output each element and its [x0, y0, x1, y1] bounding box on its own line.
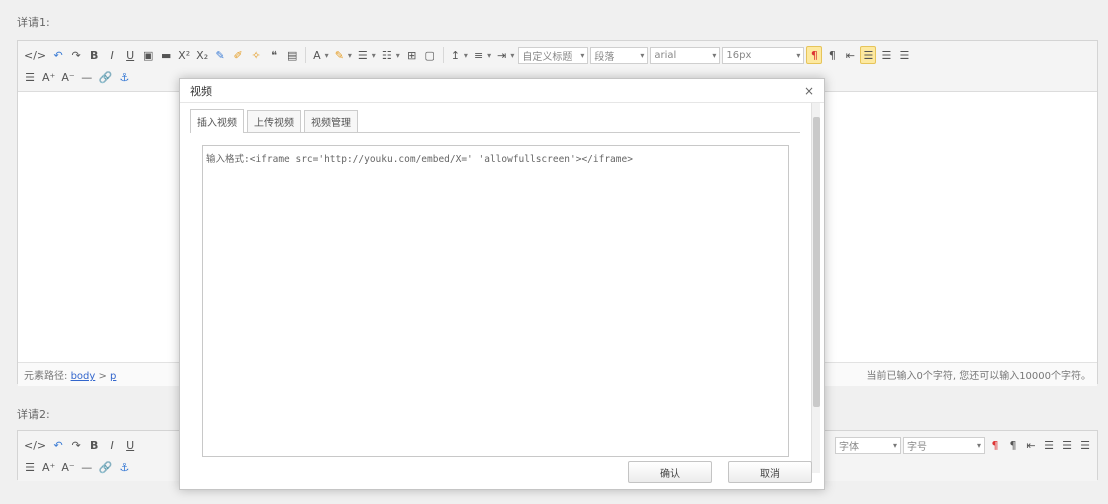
tab-insert-video[interactable]: 插入视频 — [190, 109, 244, 133]
tab-video-manage[interactable]: 视频管理 — [304, 110, 358, 132]
modal-overlay: 视频 × 插入视频 上传视频 视频管理 输入格式:<iframe src='ht… — [0, 0, 1108, 504]
dialog-scrollbar[interactable] — [811, 103, 820, 473]
dialog-footer: 确认 取消 — [180, 455, 824, 489]
dialog-body: 插入视频 上传视频 视频管理 输入格式:<iframe src='http://… — [190, 109, 800, 457]
dialog-title: 视频 — [190, 84, 212, 98]
dialog-tabs: 插入视频 上传视频 视频管理 — [190, 109, 800, 133]
scrollbar-thumb[interactable] — [813, 117, 820, 407]
close-icon[interactable]: × — [804, 84, 814, 98]
video-url-input[interactable]: 输入格式:<iframe src='http://youku.com/embed… — [202, 145, 789, 457]
cancel-button[interactable]: 取消 — [728, 461, 812, 483]
video-dialog: 视频 × 插入视频 上传视频 视频管理 输入格式:<iframe src='ht… — [179, 78, 825, 490]
dialog-titlebar[interactable]: 视频 × — [180, 79, 824, 103]
confirm-button[interactable]: 确认 — [628, 461, 712, 483]
tab-upload-video[interactable]: 上传视频 — [247, 110, 301, 132]
